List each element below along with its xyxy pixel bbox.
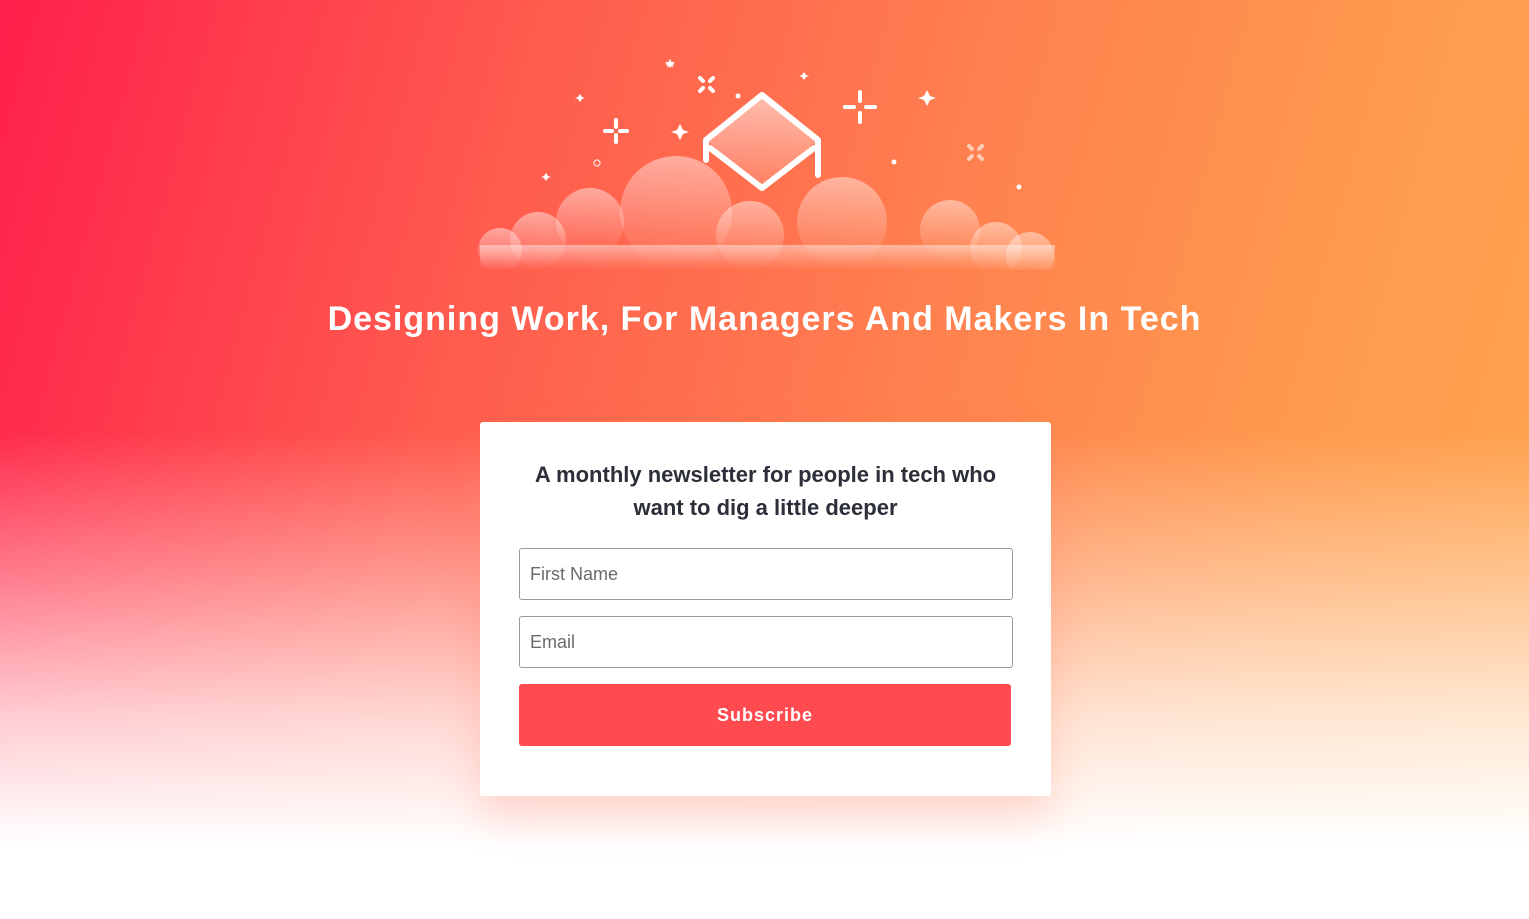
email-field[interactable] (519, 616, 1013, 668)
first-name-field[interactable] (519, 548, 1013, 600)
diamond-icon (703, 92, 821, 191)
signup-title: A monthly newsletter for people in tech … (534, 462, 997, 520)
landing-page: Designing Work, For Managers And Makers … (0, 0, 1529, 919)
page-headline: Designing Work, For Managers And Makers … (327, 300, 1202, 338)
hero-illustration (478, 58, 1055, 270)
signup-card: A monthly newsletter for people in tech … (480, 422, 1051, 796)
subscribe-button[interactable]: Subscribe (519, 684, 1011, 746)
